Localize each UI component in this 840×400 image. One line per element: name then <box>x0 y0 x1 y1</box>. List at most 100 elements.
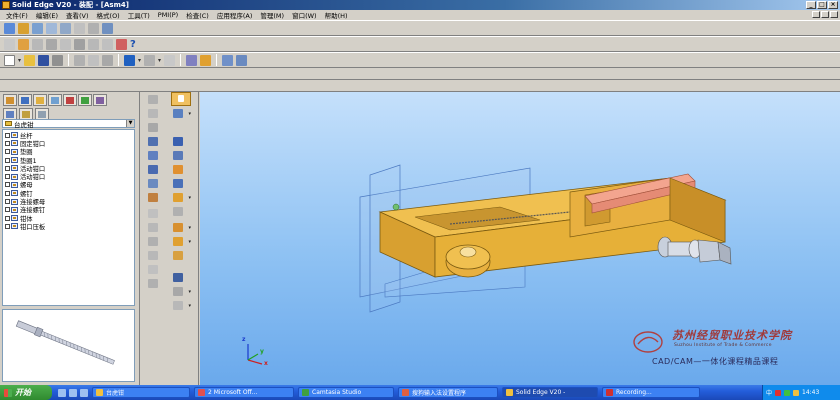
menu-edit[interactable]: 编辑(E) <box>32 10 62 20</box>
chevron-down-icon[interactable]: ▾ <box>188 111 191 117</box>
help-button[interactable]: ? <box>130 39 136 50</box>
taskbar-item-folder[interactable]: 台虎钳 <box>92 387 190 398</box>
section-button[interactable] <box>146 178 160 190</box>
select-tool-icon[interactable] <box>164 54 176 66</box>
checkbox-icon[interactable] <box>5 199 10 205</box>
relate-icon[interactable] <box>4 38 15 50</box>
close-button[interactable]: × <box>828 1 838 9</box>
chevron-down-icon[interactable]: ▾ <box>188 289 191 295</box>
assembly-icon[interactable] <box>18 22 29 34</box>
chevron-down-icon[interactable]: ▾ <box>188 239 191 245</box>
undo-dropdown-icon[interactable]: ▾ <box>138 57 141 64</box>
undo-icon[interactable] <box>124 54 136 66</box>
checkbox-icon[interactable] <box>5 215 10 221</box>
input-language[interactable]: 中 <box>766 388 772 397</box>
chevron-down-icon[interactable]: ▾ <box>188 303 191 309</box>
doc-close-button[interactable] <box>830 11 838 18</box>
revolve-button[interactable]: ▾ <box>171 222 191 234</box>
assembly-selector[interactable]: 台虎钳 ▼ <box>2 119 135 129</box>
tab-features[interactable] <box>33 94 47 106</box>
menu-tools[interactable]: 工具(T) <box>124 10 154 20</box>
flat-button[interactable] <box>146 192 160 204</box>
feature-3-button[interactable] <box>146 236 160 248</box>
mate-icon[interactable] <box>46 22 57 34</box>
copy-icon[interactable] <box>88 54 100 66</box>
checkbox-icon[interactable] <box>5 190 10 196</box>
new-dropdown-icon[interactable]: ▾ <box>18 57 21 64</box>
properties-icon[interactable] <box>186 54 198 66</box>
menu-help[interactable]: 帮助(H) <box>321 10 352 20</box>
checkbox-icon[interactable] <box>5 132 10 138</box>
feature-1-button[interactable] <box>146 208 160 220</box>
tab-display[interactable] <box>93 94 107 106</box>
checkbox-icon[interactable] <box>5 165 10 171</box>
tangent-icon[interactable] <box>74 38 85 50</box>
new-file-icon[interactable] <box>4 54 15 66</box>
print-icon[interactable] <box>52 54 64 66</box>
menu-window[interactable]: 窗口(W) <box>288 10 321 20</box>
frame-button[interactable] <box>171 272 185 284</box>
chevron-down-icon[interactable]: ▼ <box>126 120 134 127</box>
cut-button[interactable] <box>171 206 185 218</box>
view-iso-icon[interactable] <box>236 54 248 66</box>
list-item[interactable]: 钳口压板 <box>3 222 134 231</box>
taskbar-item-office[interactable]: 2 Microsoft Off... <box>194 387 294 398</box>
taskbar-item-camtasia[interactable]: Camtasia Studio <box>298 387 394 398</box>
menu-format[interactable]: 格式(O) <box>93 10 124 20</box>
tray-icon[interactable] <box>793 389 800 396</box>
hole-button[interactable] <box>171 164 185 176</box>
menu-pmi[interactable]: PMI(P) <box>154 11 182 19</box>
variable-table-icon[interactable] <box>200 54 212 66</box>
sketch-button[interactable]: ▾ <box>171 286 191 298</box>
doc-minimize-button[interactable] <box>812 11 820 18</box>
angle-icon[interactable] <box>102 22 113 34</box>
select-tool-button[interactable] <box>171 92 191 106</box>
assemble-button[interactable]: ▾ <box>171 108 191 120</box>
title-bar[interactable]: Solid Edge V20 - 装配 - [Asm4] _ □ × <box>0 0 840 10</box>
tray-icon[interactable] <box>784 389 791 396</box>
view-button[interactable] <box>146 164 160 176</box>
checkbox-icon[interactable] <box>5 140 10 146</box>
open-folder-icon[interactable] <box>24 54 36 66</box>
insert-icon[interactable] <box>74 22 85 34</box>
assemble-icon[interactable] <box>32 22 43 34</box>
mirror-button[interactable] <box>146 150 160 162</box>
pattern-button[interactable] <box>171 136 185 148</box>
bolt-button[interactable] <box>171 178 185 190</box>
menu-file[interactable]: 文件(F) <box>2 10 32 20</box>
path-icon[interactable] <box>88 38 99 50</box>
feature-5-button[interactable] <box>146 264 160 276</box>
fastener-button[interactable] <box>171 150 185 162</box>
taskbar-item-ime[interactable]: 搜狗输入法设置程序 <box>398 387 498 398</box>
tray-icon[interactable] <box>775 389 782 396</box>
app-icon[interactable] <box>2 1 10 9</box>
chevron-down-icon[interactable]: ▾ <box>188 225 191 231</box>
tab-pathfinder[interactable] <box>3 94 17 106</box>
feature-2-button[interactable] <box>146 222 160 234</box>
chevron-down-icon[interactable]: ▾ <box>188 195 191 201</box>
flash-fit-icon[interactable] <box>18 38 29 50</box>
checkbox-icon[interactable] <box>5 149 10 155</box>
tab-sensors[interactable] <box>63 94 77 106</box>
checkbox-icon[interactable] <box>5 174 10 180</box>
plane-button[interactable]: ▾ <box>171 300 191 312</box>
desktop-icon[interactable] <box>58 388 66 397</box>
minimize-button[interactable]: _ <box>806 1 816 9</box>
start-button[interactable]: 开始 <box>0 385 52 400</box>
model-viewport[interactable]: z x y 苏州经贸职业技术学院 Suzhou Institute of Tra… <box>200 92 840 385</box>
tab-layers[interactable] <box>48 94 62 106</box>
extrude-button[interactable]: ▾ <box>171 192 191 204</box>
menu-applications[interactable]: 应用程序(A) <box>213 10 257 20</box>
cam-icon[interactable] <box>46 38 57 50</box>
ground-icon[interactable] <box>102 38 113 50</box>
checkbox-icon[interactable] <box>5 223 10 229</box>
cut-icon[interactable] <box>74 54 86 66</box>
browser-icon[interactable] <box>69 388 77 397</box>
checkbox-icon[interactable] <box>5 157 10 163</box>
taskbar-item-solid-edge[interactable]: Solid Edge V20 - <box>502 387 598 398</box>
connect-icon[interactable] <box>88 22 99 34</box>
menu-manage[interactable]: 管理(M) <box>256 10 288 20</box>
redo-dropdown-icon[interactable]: ▾ <box>158 57 161 64</box>
doc-restore-button[interactable] <box>821 11 829 18</box>
redo-icon[interactable] <box>144 54 156 66</box>
